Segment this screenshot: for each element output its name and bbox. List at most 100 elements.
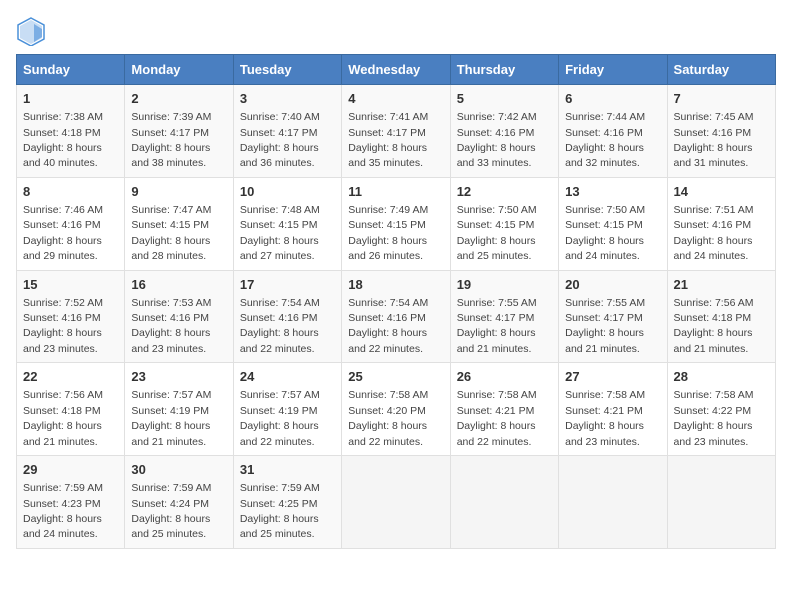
cell-info: Sunrise: 7:59 AMSunset: 4:24 PMDaylight:… [131,482,211,540]
cell-info: Sunrise: 7:54 AMSunset: 4:16 PMDaylight:… [240,297,320,355]
cell-date: 27 [565,368,660,386]
cell-date: 16 [131,276,226,294]
calendar-cell [450,456,558,549]
cell-date: 19 [457,276,552,294]
cell-info: Sunrise: 7:42 AMSunset: 4:16 PMDaylight:… [457,111,537,169]
cell-info: Sunrise: 7:38 AMSunset: 4:18 PMDaylight:… [23,111,103,169]
day-header-tuesday: Tuesday [233,55,341,85]
cell-date: 8 [23,183,118,201]
cell-info: Sunrise: 7:54 AMSunset: 4:16 PMDaylight:… [348,297,428,355]
cell-info: Sunrise: 7:55 AMSunset: 4:17 PMDaylight:… [457,297,537,355]
cell-date: 20 [565,276,660,294]
cell-date: 1 [23,90,118,108]
calendar-cell: 12 Sunrise: 7:50 AMSunset: 4:15 PMDayligh… [450,177,558,270]
day-header-sunday: Sunday [17,55,125,85]
cell-info: Sunrise: 7:59 AMSunset: 4:23 PMDaylight:… [23,482,103,540]
cell-info: Sunrise: 7:52 AMSunset: 4:16 PMDaylight:… [23,297,103,355]
calendar-cell: 11 Sunrise: 7:49 AMSunset: 4:15 PMDayligh… [342,177,450,270]
calendar-cell: 5 Sunrise: 7:42 AMSunset: 4:16 PMDaylight… [450,85,558,178]
calendar-cell: 25 Sunrise: 7:58 AMSunset: 4:20 PMDayligh… [342,363,450,456]
cell-date: 18 [348,276,443,294]
calendar-cell: 6 Sunrise: 7:44 AMSunset: 4:16 PMDaylight… [559,85,667,178]
cell-info: Sunrise: 7:49 AMSunset: 4:15 PMDaylight:… [348,204,428,262]
calendar-cell: 31 Sunrise: 7:59 AMSunset: 4:25 PMDayligh… [233,456,341,549]
calendar-cell: 19 Sunrise: 7:55 AMSunset: 4:17 PMDayligh… [450,270,558,363]
cell-date: 23 [131,368,226,386]
calendar-cell: 15 Sunrise: 7:52 AMSunset: 4:16 PMDayligh… [17,270,125,363]
calendar-cell: 1 Sunrise: 7:38 AMSunset: 4:18 PMDaylight… [17,85,125,178]
calendar-cell: 3Sunrise: 7:40 AMSunset: 4:17 PMDaylight… [233,85,341,178]
calendar-cell: 27 Sunrise: 7:58 AMSunset: 4:21 PMDayligh… [559,363,667,456]
calendar-cell: 16Sunrise: 7:53 AMSunset: 4:16 PMDayligh… [125,270,233,363]
cell-info: Sunrise: 7:59 AMSunset: 4:25 PMDaylight:… [240,482,320,540]
cell-date: 26 [457,368,552,386]
cell-date: 13 [565,183,660,201]
cell-date: 6 [565,90,660,108]
calendar-cell: 28 Sunrise: 7:58 AMSunset: 4:22 PMDayligh… [667,363,775,456]
calendar-week: 29 Sunrise: 7:59 AMSunset: 4:23 PMDayligh… [17,456,776,549]
calendar-cell: 8 Sunrise: 7:46 AMSunset: 4:16 PMDaylight… [17,177,125,270]
cell-info: Sunrise: 7:58 AMSunset: 4:20 PMDaylight:… [348,389,428,447]
calendar-header: SundayMondayTuesdayWednesdayThursdayFrid… [17,55,776,85]
calendar-week: 22 Sunrise: 7:56 AMSunset: 4:18 PMDayligh… [17,363,776,456]
calendar-cell: 17 Sunrise: 7:54 AMSunset: 4:16 PMDayligh… [233,270,341,363]
cell-date: 2 [131,90,226,108]
calendar-cell: 13 Sunrise: 7:50 AMSunset: 4:15 PMDayligh… [559,177,667,270]
cell-info: Sunrise: 7:56 AMSunset: 4:18 PMDaylight:… [23,389,103,447]
cell-info: Sunrise: 7:41 AMSunset: 4:17 PMDaylight:… [348,111,428,169]
cell-date: 24 [240,368,335,386]
cell-date: 11 [348,183,443,201]
cell-info: Sunrise: 7:55 AMSunset: 4:17 PMDaylight:… [565,297,645,355]
cell-info: Sunrise: 7:39 AMSunset: 4:17 PMDaylight:… [131,111,211,169]
calendar-cell [667,456,775,549]
calendar-cell: 7Sunrise: 7:45 AMSunset: 4:16 PMDaylight… [667,85,775,178]
calendar-week: 8 Sunrise: 7:46 AMSunset: 4:16 PMDaylight… [17,177,776,270]
day-header-saturday: Saturday [667,55,775,85]
cell-date: 25 [348,368,443,386]
page-header [16,16,776,46]
calendar-cell [342,456,450,549]
cell-date: 28 [674,368,769,386]
day-header-monday: Monday [125,55,233,85]
calendar-cell: 30 Sunrise: 7:59 AMSunset: 4:24 PMDayligh… [125,456,233,549]
calendar-cell: 23Sunrise: 7:57 AMSunset: 4:19 PMDayligh… [125,363,233,456]
calendar-cell: 14 Sunrise: 7:51 AMSunset: 4:16 PMDayligh… [667,177,775,270]
cell-date: 10 [240,183,335,201]
cell-info: Sunrise: 7:46 AMSunset: 4:16 PMDaylight:… [23,204,103,262]
cell-date: 29 [23,461,118,479]
calendar-week: 1 Sunrise: 7:38 AMSunset: 4:18 PMDaylight… [17,85,776,178]
cell-info: Sunrise: 7:44 AMSunset: 4:16 PMDaylight:… [565,111,645,169]
calendar-cell: 22 Sunrise: 7:56 AMSunset: 4:18 PMDayligh… [17,363,125,456]
calendar-table: SundayMondayTuesdayWednesdayThursdayFrid… [16,54,776,549]
calendar-cell: 29 Sunrise: 7:59 AMSunset: 4:23 PMDayligh… [17,456,125,549]
calendar-cell: 2 Sunrise: 7:39 AMSunset: 4:17 PMDaylight… [125,85,233,178]
cell-date: 9 [131,183,226,201]
calendar-cell: 26Sunrise: 7:58 AMSunset: 4:21 PMDayligh… [450,363,558,456]
cell-date: 31 [240,461,335,479]
calendar-cell: 18 Sunrise: 7:54 AMSunset: 4:16 PMDayligh… [342,270,450,363]
cell-info: Sunrise: 7:58 AMSunset: 4:21 PMDaylight:… [565,389,645,447]
calendar-cell: 20 Sunrise: 7:55 AMSunset: 4:17 PMDayligh… [559,270,667,363]
day-header-friday: Friday [559,55,667,85]
calendar-cell: 24 Sunrise: 7:57 AMSunset: 4:19 PMDayligh… [233,363,341,456]
calendar-week: 15 Sunrise: 7:52 AMSunset: 4:16 PMDayligh… [17,270,776,363]
calendar-cell [559,456,667,549]
cell-info: Sunrise: 7:56 AMSunset: 4:18 PMDaylight:… [674,297,754,355]
cell-info: Sunrise: 7:50 AMSunset: 4:15 PMDaylight:… [565,204,645,262]
calendar-cell: 4Sunrise: 7:41 AMSunset: 4:17 PMDaylight… [342,85,450,178]
cell-info: Sunrise: 7:57 AMSunset: 4:19 PMDaylight:… [240,389,320,447]
cell-info: Sunrise: 7:51 AMSunset: 4:16 PMDaylight:… [674,204,754,262]
cell-info: Sunrise: 7:40 AMSunset: 4:17 PMDaylight:… [240,111,320,169]
cell-info: Sunrise: 7:50 AMSunset: 4:15 PMDaylight:… [457,204,537,262]
cell-date: 22 [23,368,118,386]
cell-date: 12 [457,183,552,201]
cell-date: 14 [674,183,769,201]
cell-info: Sunrise: 7:45 AMSunset: 4:16 PMDaylight:… [674,111,754,169]
calendar-cell: 10Sunrise: 7:48 AMSunset: 4:15 PMDayligh… [233,177,341,270]
cell-info: Sunrise: 7:58 AMSunset: 4:22 PMDaylight:… [674,389,754,447]
cell-date: 15 [23,276,118,294]
cell-date: 30 [131,461,226,479]
cell-date: 17 [240,276,335,294]
day-header-wednesday: Wednesday [342,55,450,85]
cell-date: 5 [457,90,552,108]
